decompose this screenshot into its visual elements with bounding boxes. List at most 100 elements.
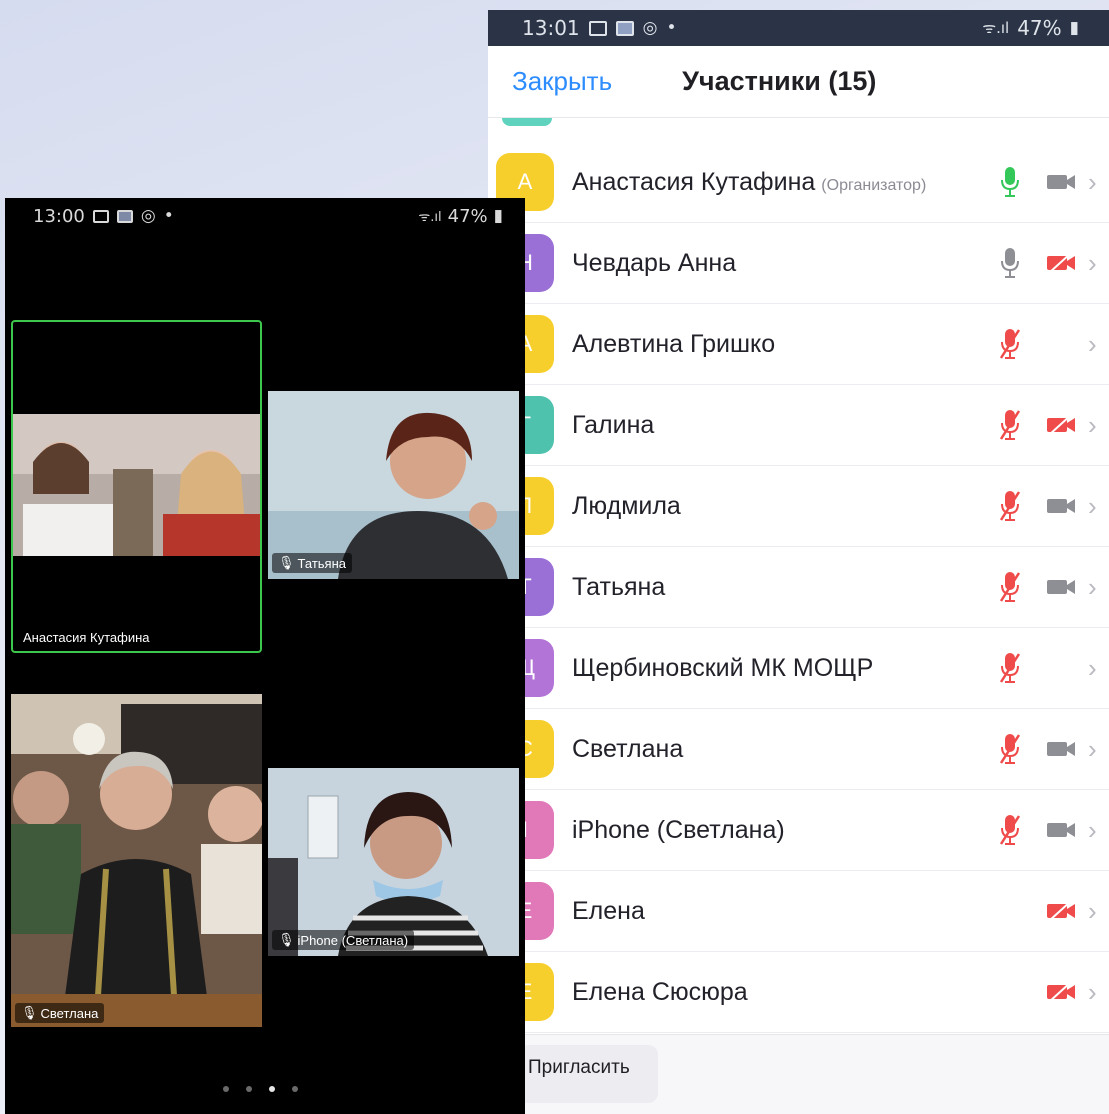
participant-name: Светлана: [572, 734, 684, 763]
video-tile-svetlana[interactable]: [11, 694, 262, 1027]
participants-screen: 13:01 ◎ • ᯤ.ıl 47% ▮ Закрыть Участники (…: [488, 10, 1109, 1114]
signal-icon: ᯤ.ıl: [418, 210, 442, 225]
video-tile-tatyana[interactable]: [268, 391, 519, 579]
video-frame-image: [13, 414, 260, 556]
participant-name-group: Щербиновский МК МОЩР: [572, 654, 873, 683]
participants-footer: Пригласить: [488, 1034, 1109, 1114]
participant-row[interactable]: НЧевдарь Анна›: [488, 223, 1109, 304]
chevron-right-icon[interactable]: ›: [1088, 653, 1097, 684]
participant-name: Елена: [572, 896, 645, 925]
battery-percent: 47%: [447, 205, 488, 227]
gallery-notification-icon: [588, 20, 607, 36]
participant-list[interactable]: ААнастасия Кутафина(Организатор)›НЧевдар…: [488, 118, 1109, 1034]
muted-mic-icon: [995, 648, 1025, 688]
participant-row[interactable]: А Анастасия Кутафина (Организатор) ›: [488, 142, 1109, 223]
participant-name-group: Алевтина Гришко: [572, 330, 775, 359]
participant-row[interactable]: Щ Щербиновский МК МОЩР ›: [488, 628, 1109, 709]
video-tile-anastasia[interactable]: [13, 414, 260, 556]
status-time: 13:00: [33, 205, 85, 227]
video-camera-icon: [1044, 575, 1078, 599]
battery-percent: 47%: [1017, 16, 1062, 40]
muted-mic-icon: [995, 405, 1025, 445]
video-tile-label: Анастасия Кутафина: [23, 630, 150, 645]
video-gallery-screen: 13:00 ◎ • ᯤ.ıl 47% ▮ Анастасия Кутафина: [5, 198, 525, 1114]
participant-name: Людмила: [572, 491, 681, 520]
page-indicator[interactable]: [223, 1086, 298, 1092]
muted-mic-icon: 🎙: [278, 555, 295, 570]
participants-header: Закрыть Участники (15): [488, 46, 1109, 118]
invite-button[interactable]: Пригласить: [518, 1045, 658, 1103]
video-tile-iphone[interactable]: [268, 768, 519, 956]
mic-icon: [995, 162, 1025, 202]
video-frame-image: [268, 391, 519, 579]
video-off-icon: [1044, 413, 1078, 437]
chevron-right-icon[interactable]: ›: [1088, 329, 1097, 360]
signal-icon: ᯤ.ıl: [982, 19, 1010, 37]
video-off-icon: [1044, 899, 1078, 923]
chevron-right-icon[interactable]: ›: [1088, 977, 1097, 1008]
chevron-right-icon[interactable]: ›: [1088, 491, 1097, 522]
more-notifications-dot-icon: •: [666, 17, 677, 38]
muted-mic-icon: [995, 729, 1025, 769]
participant-name-group: iPhone (Светлана): [572, 816, 785, 845]
page-dot-active[interactable]: [269, 1086, 275, 1092]
chevron-right-icon[interactable]: ›: [1088, 572, 1097, 603]
message-notification-icon: [116, 209, 133, 223]
instagram-notification-icon: ◎: [140, 205, 156, 226]
participant-row[interactable]: ССветлана›: [488, 709, 1109, 790]
participant-row[interactable]: Е Елена Сюсюра ›: [488, 952, 1109, 1033]
chevron-right-icon[interactable]: ›: [1088, 167, 1097, 198]
previous-participant-avatar-edge: [502, 118, 552, 126]
muted-mic-icon: [995, 486, 1025, 526]
chevron-right-icon[interactable]: ›: [1088, 896, 1097, 927]
video-camera-icon: [1044, 170, 1078, 194]
participant-name: Елена Сюсюра: [572, 977, 748, 1006]
more-notifications-dot-icon: •: [163, 205, 174, 226]
muted-mic-icon: [995, 324, 1025, 364]
muted-mic-icon: [995, 810, 1025, 850]
participant-name-group: Чевдарь Анна: [572, 249, 736, 278]
video-tile-label-text: iPhone (Светлана): [297, 932, 409, 948]
participant-name-group: Татьяна: [572, 573, 665, 602]
participant-row[interactable]: IiPhone (Светлана) ›: [488, 790, 1109, 871]
participant-row[interactable]: ГГалина›: [488, 385, 1109, 466]
video-camera-icon: [1044, 818, 1078, 842]
video-tile-label: 🎙 iPhone (Светлана): [272, 930, 415, 950]
page-title: Участники (15): [682, 66, 877, 96]
participant-name-group: Елена: [572, 897, 645, 926]
video-camera-icon: [1044, 494, 1078, 518]
message-notification-icon: [615, 20, 634, 36]
participant-row[interactable]: Е Елена ›: [488, 871, 1109, 952]
video-tile-label: 🎙 Светлана: [15, 1003, 105, 1023]
participant-name: Анастасия Кутафина: [572, 167, 816, 196]
instagram-notification-icon: ◎: [642, 17, 658, 38]
video-off-icon: [1044, 980, 1078, 1004]
page-dot[interactable]: [223, 1086, 229, 1092]
video-tile-label-text: Светлана: [40, 1005, 99, 1021]
chevron-right-icon[interactable]: ›: [1088, 815, 1097, 846]
participant-name: iPhone (Светлана): [572, 815, 785, 844]
chevron-right-icon[interactable]: ›: [1088, 734, 1097, 765]
page-dot[interactable]: [292, 1086, 298, 1092]
participant-name-group: Елена Сюсюра: [572, 978, 748, 1007]
participant-row[interactable]: Л Людмила ›: [488, 466, 1109, 547]
participant-name-group: Анастасия Кутафина (Организатор): [572, 168, 926, 197]
video-tile-label: 🎙 Татьяна: [272, 553, 352, 573]
chevron-right-icon[interactable]: ›: [1088, 248, 1097, 279]
page-dot[interactable]: [246, 1086, 252, 1092]
close-button[interactable]: Закрыть: [512, 66, 612, 97]
participant-name: Щербиновский МК МОЩР: [572, 653, 874, 682]
battery-icon: ▮: [493, 205, 503, 226]
participant-name: Алевтина Гришко: [572, 329, 776, 358]
status-bar: 13:00 ◎ • ᯤ.ıl 47% ▮: [5, 198, 525, 234]
participant-name: Татьяна: [572, 572, 666, 601]
chevron-right-icon[interactable]: ›: [1088, 410, 1097, 441]
muted-mic-icon: [995, 567, 1025, 607]
video-frame-image: [11, 694, 262, 1027]
participant-row[interactable]: ТТатьяна›: [488, 547, 1109, 628]
muted-mic-icon: 🎙: [278, 932, 295, 947]
participant-name: Галина: [572, 410, 655, 439]
participant-row[interactable]: А Алевтина Гришко ›: [488, 304, 1109, 385]
gallery-notification-icon: [92, 209, 109, 223]
battery-icon: ▮: [1069, 17, 1079, 38]
